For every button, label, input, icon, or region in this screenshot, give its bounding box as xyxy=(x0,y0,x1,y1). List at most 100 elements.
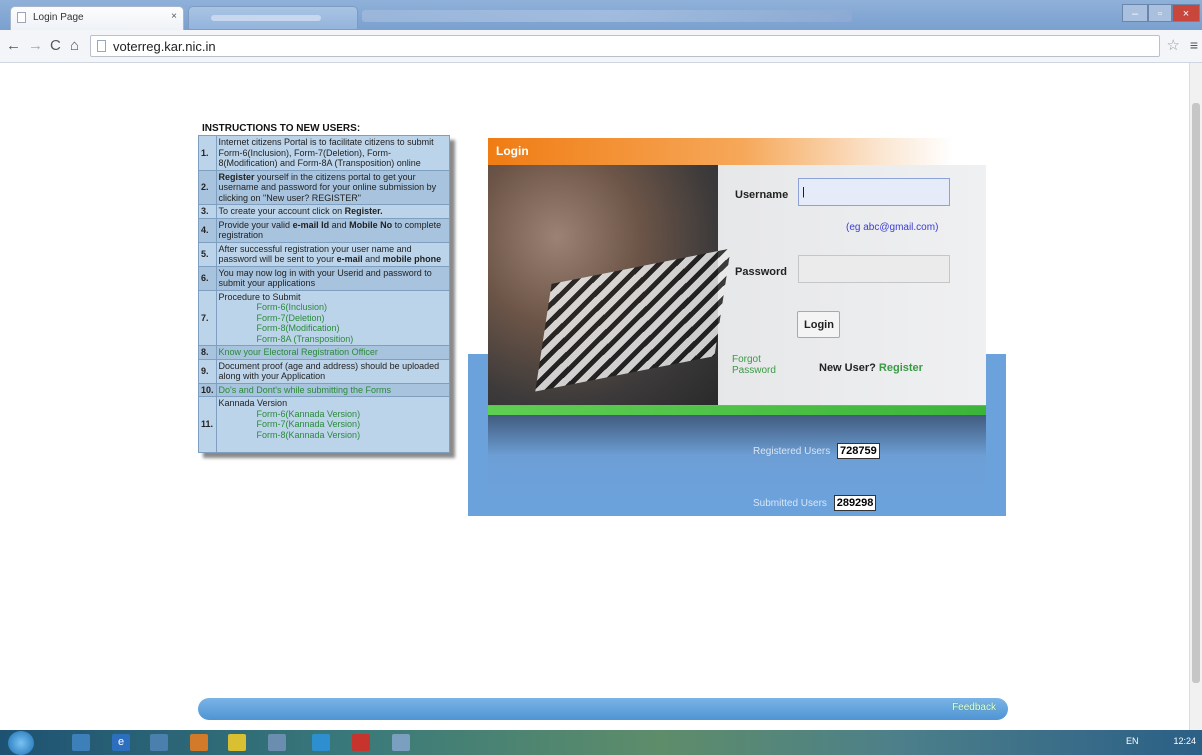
page-icon xyxy=(17,12,26,23)
app-taskbar-icon[interactable] xyxy=(392,734,410,751)
instruction-number: 7. xyxy=(198,289,217,346)
instruction-row: 10. Do's and Dont's while submitting the… xyxy=(198,382,451,397)
dos-and-donts-link[interactable]: Do's and Dont's while submitting the For… xyxy=(219,385,392,395)
password-input[interactable] xyxy=(798,255,950,283)
register-link[interactable]: Register xyxy=(879,362,923,374)
registered-users-row: Registered Users 728759 xyxy=(753,443,880,459)
footer-bar: Feedback xyxy=(198,698,1008,720)
tab-login-page[interactable]: Login Page × xyxy=(10,6,184,30)
instruction-row: 1. Internet citizens Portal is to facili… xyxy=(198,135,451,171)
registered-users-count: 728759 xyxy=(837,443,880,459)
reload-icon[interactable]: C xyxy=(50,37,61,54)
url-text[interactable]: voterreg.kar.nic.in xyxy=(113,39,216,54)
explorer-taskbar-icon[interactable] xyxy=(72,734,90,751)
instruction-text: Document proof (age and address) should … xyxy=(215,358,451,384)
app-taskbar-icon[interactable] xyxy=(268,734,286,751)
submitted-users-label: Submitted Users xyxy=(753,498,827,509)
username-label: Username xyxy=(735,189,789,201)
instruction-bold: Register xyxy=(218,171,255,182)
star-icon[interactable]: ☆ xyxy=(1167,36,1180,54)
instruction-text: Provide your valid e-mail Id and Mobile … xyxy=(215,217,451,243)
blurred-tabs xyxy=(362,10,852,22)
page-icon xyxy=(97,40,106,52)
instruction-number: 5. xyxy=(198,241,217,267)
instruction-row: 4. Provide your valid e-mail Id and Mobi… xyxy=(198,217,451,243)
instruction-bold: e-mail xyxy=(336,254,363,264)
browser-toolbar: ← → C ⌂ voterreg.kar.nic.in ☆ ≡ xyxy=(0,30,1202,63)
login-button[interactable]: Login xyxy=(797,311,840,338)
tab-blurred-title xyxy=(211,15,321,21)
chrome-taskbar-icon[interactable] xyxy=(228,734,246,751)
vertical-scrollbar[interactable] xyxy=(1189,63,1202,730)
login-panel: Login Username (eg abc@gmail.com) Passwo… xyxy=(488,138,988,406)
system-tray: EN 12:24 xyxy=(1126,736,1196,746)
app-taskbar-icon[interactable] xyxy=(352,734,370,751)
username-hint: (eg abc@gmail.com) xyxy=(846,222,939,233)
instruction-number: 3. xyxy=(198,204,217,219)
menu-icon[interactable]: ≡ xyxy=(1190,37,1198,53)
page-content: INSTRUCTIONS TO NEW USERS: 1. Internet c… xyxy=(0,63,1202,730)
instruction-row: 11. Kannada Version Form-6(Kannada Versi… xyxy=(198,396,451,453)
media-taskbar-icon[interactable] xyxy=(190,734,208,751)
procedure-label: Procedure to Submit xyxy=(218,291,301,302)
instruction-number: 8. xyxy=(198,345,217,360)
instruction-text-part: and xyxy=(362,254,383,264)
instruction-number: 10. xyxy=(198,382,217,397)
forward-icon[interactable]: → xyxy=(28,37,43,54)
green-divider xyxy=(488,406,986,415)
browser-title-bar: Login Page × – ▫ × xyxy=(0,0,1202,30)
instruction-number: 2. xyxy=(198,169,217,205)
form-7-kannada-link[interactable]: Form-7(Kannada Version) xyxy=(219,419,447,430)
instruction-text-part: Provide your valid xyxy=(218,219,293,230)
start-button[interactable] xyxy=(8,731,34,755)
instruction-number: 1. xyxy=(198,135,217,171)
window-minimize-button[interactable]: – xyxy=(1122,4,1148,22)
kannada-label: Kannada Version xyxy=(218,398,288,408)
clock-time[interactable]: 12:24 xyxy=(1173,736,1196,746)
home-icon[interactable]: ⌂ xyxy=(70,37,79,54)
instruction-number: 9. xyxy=(198,358,217,384)
instruction-row: 3. To create your account click on Regis… xyxy=(198,204,451,219)
know-ero-link[interactable]: Know your Electoral Registration Officer xyxy=(219,347,378,357)
registered-users-label: Registered Users xyxy=(753,446,831,457)
username-input[interactable] xyxy=(798,178,950,206)
submitted-users-count: 289298 xyxy=(833,495,877,511)
instruction-number: 6. xyxy=(198,265,217,291)
window-maximize-button[interactable]: ▫ xyxy=(1148,4,1172,22)
submitted-users-row: Submitted Users 289298 xyxy=(753,495,877,511)
instructions-title: INSTRUCTIONS TO NEW USERS: xyxy=(202,123,361,134)
instruction-text-part: To create your account click on xyxy=(218,206,345,216)
instruction-bold: Register. xyxy=(344,206,383,216)
instruction-row: 6. You may now log in with your Userid a… xyxy=(198,265,451,291)
window-close-button[interactable]: × xyxy=(1172,4,1200,22)
folder-taskbar-icon[interactable] xyxy=(150,734,168,751)
feedback-link[interactable]: Feedback xyxy=(952,702,996,713)
form-8-link[interactable]: Form-8(Modification) xyxy=(219,323,447,334)
instruction-text: You may now log in with your Userid and … xyxy=(215,265,451,291)
back-icon[interactable]: ← xyxy=(6,37,21,54)
instruction-row: 2. Register yourself in the citizens por… xyxy=(198,169,451,205)
form-6-kannada-link[interactable]: Form-6(Kannada Version) xyxy=(219,409,447,420)
address-bar[interactable]: voterreg.kar.nic.in xyxy=(90,35,1160,57)
instruction-number: 11. xyxy=(198,396,217,453)
instruction-text: After successful registration your user … xyxy=(215,241,451,267)
tab-background[interactable] xyxy=(188,6,358,30)
instruction-row: 7. Procedure to Submit Form-6(Inclusion)… xyxy=(198,289,451,346)
login-title: Login xyxy=(496,144,529,158)
scrollbar-thumb[interactable] xyxy=(1192,103,1200,683)
form-6-link[interactable]: Form-6(Inclusion) xyxy=(219,302,447,313)
language-indicator[interactable]: EN xyxy=(1126,736,1139,746)
form-8-kannada-link[interactable]: Form-8(Kannada Version) xyxy=(219,430,447,441)
instruction-text-part: and xyxy=(329,219,350,230)
ie-taskbar-icon[interactable]: e xyxy=(112,734,130,751)
instruction-text: Procedure to Submit Form-6(Inclusion) Fo… xyxy=(215,289,451,346)
tab-close-icon[interactable]: × xyxy=(171,11,177,22)
form-7-link[interactable]: Form-7(Deletion) xyxy=(219,313,447,324)
forgot-password-link[interactable]: Forgot Password xyxy=(732,354,787,376)
keyboard-image xyxy=(535,248,731,392)
app-taskbar-icon[interactable] xyxy=(312,734,330,751)
instructions-table: 1. Internet citizens Portal is to facili… xyxy=(198,135,451,453)
instruction-text: Know your Electoral Registration Officer xyxy=(215,345,451,360)
instruction-text: Register yourself in the citizens portal… xyxy=(215,169,451,205)
form-8a-link[interactable]: Form-8A (Transposition) xyxy=(219,334,447,345)
